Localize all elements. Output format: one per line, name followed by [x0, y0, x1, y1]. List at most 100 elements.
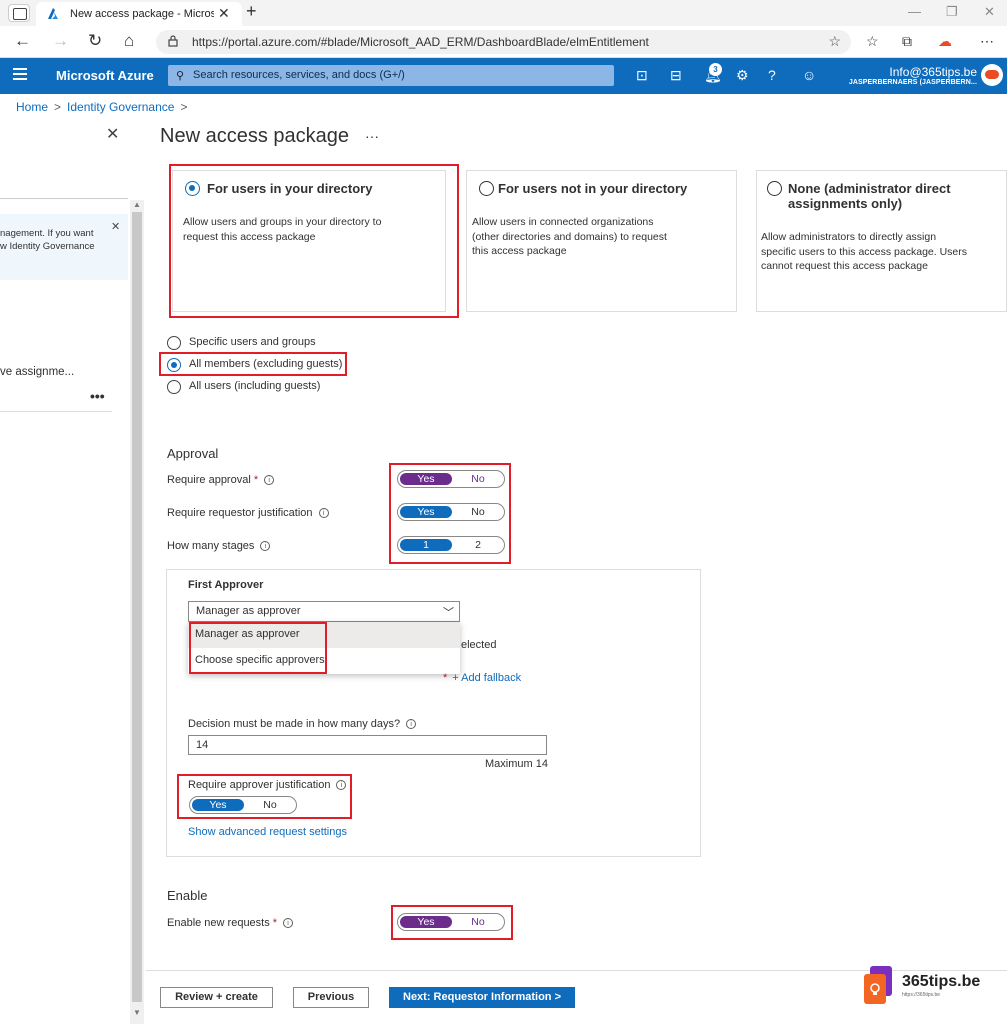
info-banner-text: nagement. If you want w Identity Governa… — [0, 227, 95, 253]
favorite-star-icon[interactable]: ☆ — [828, 33, 841, 50]
highlight-box — [391, 905, 513, 940]
required-marker: * — [443, 672, 448, 684]
radio-icon[interactable] — [767, 181, 782, 196]
forward-icon[interactable]: → — [52, 31, 69, 51]
new-tab-button[interactable]: + — [246, 1, 257, 22]
label-text: Require approval — [167, 474, 251, 486]
info-icon[interactable]: i — [260, 541, 271, 551]
info-icon[interactable]: i — [283, 918, 294, 928]
stages-label: How many stages i — [167, 540, 271, 552]
card-description: Allow administrators to directly assign … — [761, 230, 967, 274]
highlight-box — [169, 164, 459, 318]
link-text: + Add fallback — [452, 672, 522, 684]
highlight-box — [189, 622, 327, 674]
card-description: Allow users in connected organizations (… — [472, 215, 667, 259]
address-bar-row: ← → ↻ ⌂ https://portal.azure.com/#blade/… — [0, 26, 1007, 58]
scroll-thumb[interactable] — [132, 212, 142, 1002]
restore-icon[interactable]: ❐ — [946, 4, 958, 20]
divider — [0, 411, 112, 412]
card-none-admin-direct[interactable]: None (administrator direct assignments o… — [756, 170, 1007, 312]
list-item[interactable]: ve assignme... — [0, 366, 74, 378]
dropdown-value: Manager as approver — [196, 605, 301, 617]
tab-actions-icon[interactable] — [8, 4, 30, 22]
require-approval-label: Require approval * i — [167, 474, 275, 486]
search-icon: ⚲ — [176, 70, 185, 82]
card-title-line: assignments only) — [788, 196, 903, 211]
label-text: Enable new requests — [167, 917, 270, 929]
url-field[interactable]: https://portal.azure.com/#blade/Microsof… — [156, 30, 851, 54]
global-search-input[interactable]: ⚲ Search resources, services, and docs (… — [168, 65, 614, 86]
highlight-box — [177, 774, 352, 819]
requestor-justification-label: Require requestor justification i — [167, 507, 329, 519]
account-menu[interactable]: Info@365tips.be JASPERBERNAERS (JASPERBE… — [842, 65, 977, 86]
card-desc-line: Allow users in connected organizations — [472, 216, 654, 228]
tab-close-icon[interactable]: ✕ — [218, 5, 230, 22]
portal-menu-icon[interactable] — [13, 68, 27, 80]
home-icon[interactable]: ⌂ — [124, 31, 134, 51]
info-icon[interactable]: i — [406, 719, 417, 729]
scrollbar[interactable]: ▲ ▼ — [130, 200, 144, 1024]
label-text: Require requestor justification — [167, 507, 313, 519]
minimize-icon[interactable]: — — [908, 4, 921, 19]
decision-days-input[interactable]: 14 — [188, 735, 547, 755]
enable-requests-label: Enable new requests * i — [167, 917, 294, 929]
notification-badge: 3 — [709, 63, 722, 76]
gear-icon[interactable]: ⚙ — [736, 67, 749, 84]
azure-brand[interactable]: Microsoft Azure — [56, 68, 154, 83]
radio-icon[interactable] — [167, 336, 181, 350]
cloud-shell-icon[interactable]: ⊡ — [636, 67, 648, 84]
approver-type-dropdown[interactable]: Manager as approver ﹀ — [188, 601, 460, 622]
option-label: All users (including guests) — [189, 380, 321, 392]
breadcrumb-home[interactable]: Home — [16, 100, 48, 114]
card-title: For users not in your directory — [498, 181, 688, 196]
browser-tab[interactable]: New access package - Microsoft ✕ — [36, 2, 242, 26]
breadcrumb-identity-governance[interactable]: Identity Governance — [67, 100, 174, 114]
previous-button[interactable]: Previous — [293, 987, 369, 1008]
tab-title: New access package - Microsoft — [70, 8, 214, 20]
radio-icon[interactable] — [167, 380, 181, 394]
settings-more-icon[interactable]: ⋯ — [980, 33, 994, 50]
watermark-text: 365tips.be — [902, 973, 981, 990]
user-directory: JASPERBERNAERS (JASPERBERN... — [848, 79, 977, 86]
card-users-not-in-directory[interactable]: For users not in your directory Allow us… — [466, 170, 737, 312]
review-create-button[interactable]: Review + create — [160, 987, 273, 1008]
more-actions-icon[interactable]: ••• — [90, 388, 105, 404]
card-title: None (administrator direct assignments o… — [788, 181, 951, 211]
card-title-line: None (administrator direct — [788, 181, 951, 196]
favorites-icon[interactable]: ☆ — [866, 33, 879, 50]
close-window-icon[interactable]: ✕ — [984, 4, 995, 20]
lock-icon — [168, 35, 178, 47]
browser-tab-strip: New access package - Microsoft ✕ + — ❐ ✕ — [0, 0, 1007, 26]
info-icon[interactable]: i — [264, 475, 275, 485]
close-banner-icon[interactable]: ✕ — [111, 220, 120, 233]
chevron-right-icon: > — [180, 100, 188, 114]
cloud-extension-icon[interactable]: ☁ — [938, 33, 952, 50]
required-marker: * — [272, 917, 278, 929]
enable-heading: Enable — [167, 888, 208, 903]
back-icon[interactable]: ← — [14, 31, 31, 51]
info-icon[interactable]: i — [318, 508, 329, 518]
close-icon[interactable]: ✕ — [106, 124, 119, 144]
scroll-down-icon[interactable]: ▼ — [133, 1008, 141, 1017]
refresh-icon[interactable]: ↻ — [88, 31, 102, 51]
next-button[interactable]: Next: Requestor Information > — [389, 987, 575, 1008]
label-text: Decision must be made in how many days? — [188, 718, 401, 730]
feedback-icon[interactable]: ☺ — [802, 67, 816, 83]
info-line-2: w Identity Governance — [0, 241, 95, 252]
radio-icon[interactable] — [479, 181, 494, 196]
add-fallback-link[interactable]: * + Add fallback — [443, 672, 521, 684]
highlight-box — [389, 463, 511, 564]
required-marker: * — [253, 474, 259, 486]
advanced-settings-link[interactable]: Show advanced request settings — [188, 826, 347, 838]
avatar[interactable] — [981, 64, 1003, 86]
collections-icon[interactable]: ⧉ — [902, 33, 912, 50]
user-email: Info@365tips.be — [889, 65, 977, 79]
watermark-subtext: https://365tips.be — [902, 992, 941, 998]
card-desc-line: Allow administrators to directly assign — [761, 231, 937, 243]
scroll-up-icon[interactable]: ▲ — [133, 200, 141, 209]
decision-days-label: Decision must be made in how many days? i — [188, 718, 417, 730]
help-icon[interactable]: ? — [768, 67, 776, 83]
directory-filter-icon[interactable]: ⊟ — [670, 67, 682, 84]
first-approver-title: First Approver — [188, 579, 264, 591]
more-icon[interactable]: ··· — [365, 128, 379, 144]
